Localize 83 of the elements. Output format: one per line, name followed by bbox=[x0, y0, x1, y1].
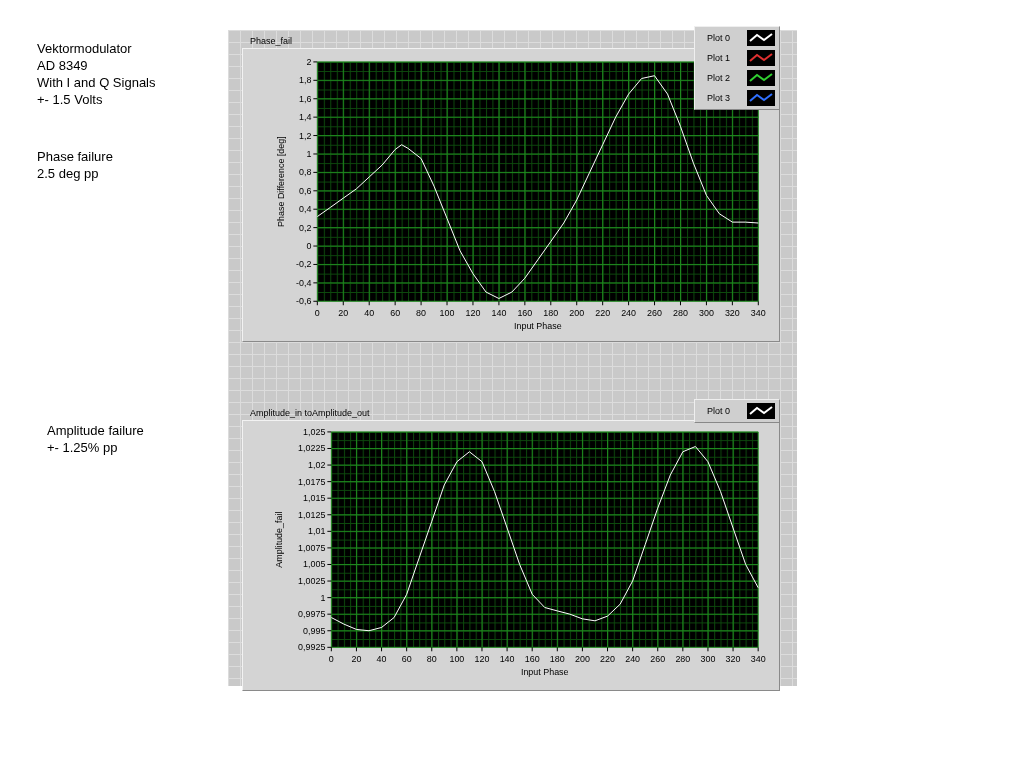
tick-label: 1 bbox=[306, 148, 312, 159]
tick-label: 1,4 bbox=[298, 112, 312, 123]
tick-label: 220 bbox=[600, 654, 615, 665]
tick-label: 300 bbox=[699, 308, 714, 319]
tick-label: 140 bbox=[499, 654, 515, 665]
tick-label: 0 bbox=[306, 241, 312, 251]
tick-label: 340 bbox=[750, 654, 766, 665]
tick-label: 240 bbox=[621, 308, 637, 319]
note-text: Vektormodulator bbox=[37, 40, 133, 57]
tick-label: 260 bbox=[650, 654, 666, 665]
tick-label: -0,6 bbox=[296, 296, 312, 307]
tick-label: 0,6 bbox=[298, 185, 312, 196]
tick-label: 1,02 bbox=[308, 460, 326, 471]
tick-label: 1,005 bbox=[303, 559, 326, 570]
tick-label: 0,9925 bbox=[298, 642, 326, 653]
tick-label: 40 bbox=[376, 654, 387, 665]
axis-title: Amplitude_fail bbox=[273, 511, 284, 568]
note-text: With I and Q Signals bbox=[37, 74, 157, 91]
tick-label: 0 bbox=[328, 654, 334, 665]
tick-label: 0 bbox=[314, 308, 320, 319]
tick-label: -0,2 bbox=[296, 259, 312, 270]
tick-label: 180 bbox=[543, 308, 559, 319]
axis-title: Input Phase bbox=[514, 321, 562, 332]
tick-label: 1,8 bbox=[298, 75, 312, 86]
tick-label: 100 bbox=[449, 654, 465, 665]
tick-label: 1 bbox=[320, 592, 326, 603]
tick-label: 0,8 bbox=[298, 167, 312, 178]
legend-label: Plot 1 bbox=[707, 53, 731, 63]
note-text: 2.5 deg pp bbox=[37, 165, 100, 182]
note-text: Amplitude failure bbox=[47, 422, 145, 439]
tick-label: 1,0025 bbox=[298, 576, 326, 586]
tick-label: 0,2 bbox=[298, 222, 312, 233]
tick-label: 80 bbox=[416, 308, 427, 319]
tick-label: 1,0125 bbox=[298, 509, 326, 520]
tick-label: 220 bbox=[595, 308, 611, 319]
tick-label: 60 bbox=[390, 308, 401, 319]
tick-label: 280 bbox=[673, 308, 688, 319]
tick-label: 260 bbox=[647, 308, 662, 319]
tick-label: -0,4 bbox=[296, 277, 312, 288]
tick-label: 1,015 bbox=[303, 493, 326, 504]
graph-title: Amplitude_in toAmplitude_out bbox=[250, 407, 370, 420]
axis-title: Phase Difference [deg] bbox=[275, 136, 286, 227]
note-text: +- 1.5 Volts bbox=[37, 91, 104, 108]
tick-label: 1,2 bbox=[298, 130, 312, 141]
tick-label: 340 bbox=[750, 308, 766, 319]
tick-label: 320 bbox=[725, 654, 741, 665]
note-text: +- 1.25% pp bbox=[47, 439, 119, 456]
axis-title: Input Phase bbox=[520, 667, 569, 678]
tick-label: 240 bbox=[625, 654, 641, 665]
tick-label: 0,995 bbox=[303, 625, 326, 636]
graph-title: Phase_fail bbox=[250, 35, 293, 48]
tick-label: 1,025 bbox=[303, 426, 326, 437]
tick-label: 300 bbox=[700, 654, 716, 665]
tick-label: 140 bbox=[491, 308, 507, 319]
tick-label: 160 bbox=[524, 654, 540, 665]
tick-label: 1,0075 bbox=[298, 542, 326, 553]
note-text: AD 8349 bbox=[37, 57, 89, 74]
tick-label: 280 bbox=[675, 654, 691, 665]
tick-label: 80 bbox=[426, 654, 437, 665]
tick-label: 20 bbox=[338, 308, 349, 319]
tick-label: 1,6 bbox=[298, 93, 312, 104]
tick-label: 0,9975 bbox=[298, 609, 326, 620]
tick-label: 0,4 bbox=[298, 204, 312, 215]
legend-label: Plot 2 bbox=[707, 73, 731, 83]
tick-label: 120 bbox=[474, 654, 490, 665]
tick-label: 40 bbox=[364, 308, 375, 319]
tick-label: 160 bbox=[517, 308, 533, 319]
tick-label: 200 bbox=[569, 308, 585, 319]
tick-label: 320 bbox=[724, 308, 740, 319]
tick-label: 120 bbox=[465, 308, 481, 319]
tick-label: 60 bbox=[401, 654, 412, 665]
tick-label: 100 bbox=[439, 308, 455, 319]
note-text: Phase failure bbox=[37, 148, 114, 165]
legend-label: Plot 0 bbox=[707, 406, 731, 416]
tick-label: 180 bbox=[549, 654, 565, 665]
tick-label: 1,01 bbox=[308, 526, 326, 537]
legend-label: Plot 3 bbox=[707, 93, 731, 103]
tick-label: 2 bbox=[306, 56, 312, 67]
tick-label: 200 bbox=[574, 654, 590, 665]
tick-label: 1,0175 bbox=[298, 476, 326, 487]
legend-label: Plot 0 bbox=[707, 33, 731, 43]
tick-label: 1,0225 bbox=[298, 443, 326, 454]
tick-label: 20 bbox=[351, 654, 362, 665]
